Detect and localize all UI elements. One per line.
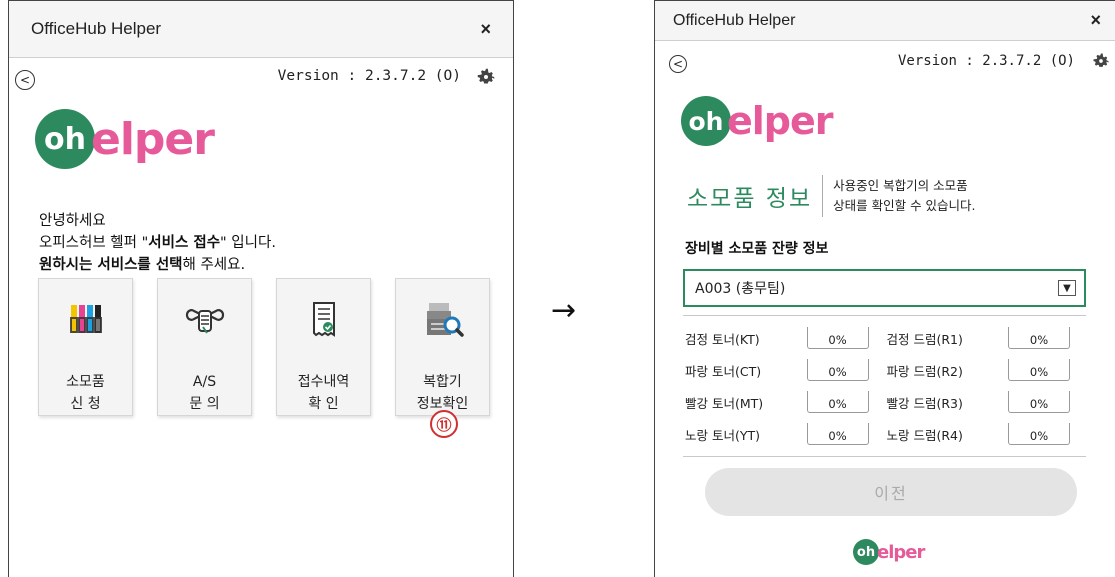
title-bar: OfficeHub Helper × (9, 1, 513, 58)
toner-cartridges-icon (69, 305, 102, 333)
service-tiles: 소모품 신 청 A/S 문 의 접수내역 확 인 복합기 정보확인 (38, 278, 490, 416)
tile-request-history[interactable]: 접수내역 확 인 (276, 278, 371, 416)
device-select-value: A003 (총무팀) (695, 281, 786, 297)
consumables-row: 파랑 토너(CT) 0% 파랑 드럼(R2) 0% (683, 354, 1086, 386)
consumables-title: 소모품 정보 (687, 175, 824, 217)
device-heading: 장비별 소모품 잔량 정보 (685, 241, 829, 257)
helper-logo: oh elper (681, 96, 834, 146)
helper-logo: oh elper (35, 109, 215, 169)
gear-icon[interactable] (1091, 51, 1111, 71)
logo-mark-icon: oh (681, 96, 731, 146)
logo-word: elper (877, 541, 925, 563)
greeting-line-2: 오피스허브 헬퍼 "서비스 접수" 입니다. (39, 235, 276, 251)
wrench-icon (185, 309, 224, 334)
greeting-line-3: 원하시는 서비스를 선택해 주세요. (39, 257, 246, 273)
consumables-row: 노랑 토너(YT) 0% 노랑 드럼(R4) 0% (683, 418, 1086, 450)
greeting-line-1: 안녕하세요 (39, 213, 106, 229)
back-icon: < (19, 73, 31, 87)
consumable-item: 파랑 드럼(R2) 0% (885, 359, 1087, 381)
receipt-icon (312, 302, 335, 337)
printer-search-icon (426, 303, 464, 337)
back-icon: < (672, 57, 684, 71)
device-select[interactable]: A003 (총무팀) ▼ (683, 269, 1086, 307)
tile-label: 복합기 정보확인 (416, 374, 469, 412)
level-value: 0% (1008, 391, 1070, 413)
chevron-down-icon[interactable]: ▼ (1058, 280, 1076, 296)
helper-window-consumables: OfficeHub Helper × < Version : 2.3.7.2 (… (654, 0, 1115, 577)
consumable-item: 빨강 드럼(R3) 0% (885, 391, 1087, 413)
logo-mark-icon: oh (35, 109, 95, 169)
tile-label: A/S 문 의 (189, 374, 220, 412)
tile-printer-info[interactable]: 복합기 정보확인 (395, 278, 490, 416)
consumables-row: 빨강 토너(MT) 0% 빨강 드럼(R3) 0% (683, 386, 1086, 418)
level-value: 0% (806, 359, 869, 381)
greeting-text: 안녕하세요 오피스허브 헬퍼 "서비스 접수" 입니다. 원하시는 서비스를 선… (39, 210, 276, 276)
tile-label: 소모품 신 청 (66, 374, 105, 412)
version-label: Version : 2.3.7.2 (O) (277, 68, 461, 84)
prev-button[interactable]: 이전 (705, 468, 1077, 516)
consumables-description: 사용중인 복합기의 소모품 상태를 확인할 수 있습니다. (833, 178, 976, 213)
transition-arrow: → (551, 293, 577, 328)
tile-label: 접수내역 확 인 (297, 374, 350, 412)
sub-bar: < Version : 2.3.7.2 (O) (655, 41, 1115, 83)
gear-icon[interactable] (475, 66, 497, 88)
logo-word: elper (91, 113, 215, 165)
step-badge: ⑪ (430, 410, 458, 438)
level-value: 0% (1008, 423, 1070, 445)
version-label: Version : 2.3.7.2 (O) (897, 53, 1075, 69)
consumables-row: 검정 토너(KT) 0% 검정 드럼(R1) 0% (683, 322, 1086, 354)
window-title: OfficeHub Helper (673, 11, 796, 29)
back-button[interactable]: < (669, 55, 687, 73)
logo-word: elper (727, 99, 834, 143)
window-title: OfficeHub Helper (31, 19, 162, 38)
consumable-item: 노랑 토너(YT) 0% (683, 423, 885, 445)
level-value: 0% (1008, 327, 1070, 349)
level-value: 0% (1008, 359, 1070, 381)
consumable-item: 검정 토너(KT) 0% (683, 327, 885, 349)
close-button[interactable]: × (480, 19, 491, 40)
consumables-header: 소모품 정보 사용중인 복합기의 소모품 상태를 확인할 수 있습니다. (687, 175, 976, 217)
footer-logo: oh elper (853, 539, 925, 565)
level-value: 0% (806, 327, 869, 349)
title-bar: OfficeHub Helper × (655, 1, 1115, 41)
level-value: 0% (806, 391, 869, 413)
tile-consumable-request[interactable]: 소모품 신 청 (38, 278, 133, 416)
close-button[interactable]: × (1090, 10, 1101, 31)
consumable-item: 검정 드럼(R1) 0% (885, 327, 1087, 349)
sub-bar: < Version : 2.3.7.2 (O) (9, 58, 513, 94)
back-button[interactable]: < (15, 70, 35, 90)
logo-mark-icon: oh (853, 539, 879, 565)
consumables-grid: 검정 토너(KT) 0% 검정 드럼(R1) 0% 파랑 토너(CT) 0% 파랑 드… (683, 315, 1086, 457)
helper-window-service: OfficeHub Helper × < Version : 2.3.7.2 (… (8, 0, 514, 577)
level-value: 0% (806, 423, 869, 445)
consumable-item: 파랑 토너(CT) 0% (683, 359, 885, 381)
tile-as-inquiry[interactable]: A/S 문 의 (157, 278, 252, 416)
consumable-item: 노랑 드럼(R4) 0% (885, 423, 1087, 445)
consumable-item: 빨강 토너(MT) 0% (683, 391, 885, 413)
